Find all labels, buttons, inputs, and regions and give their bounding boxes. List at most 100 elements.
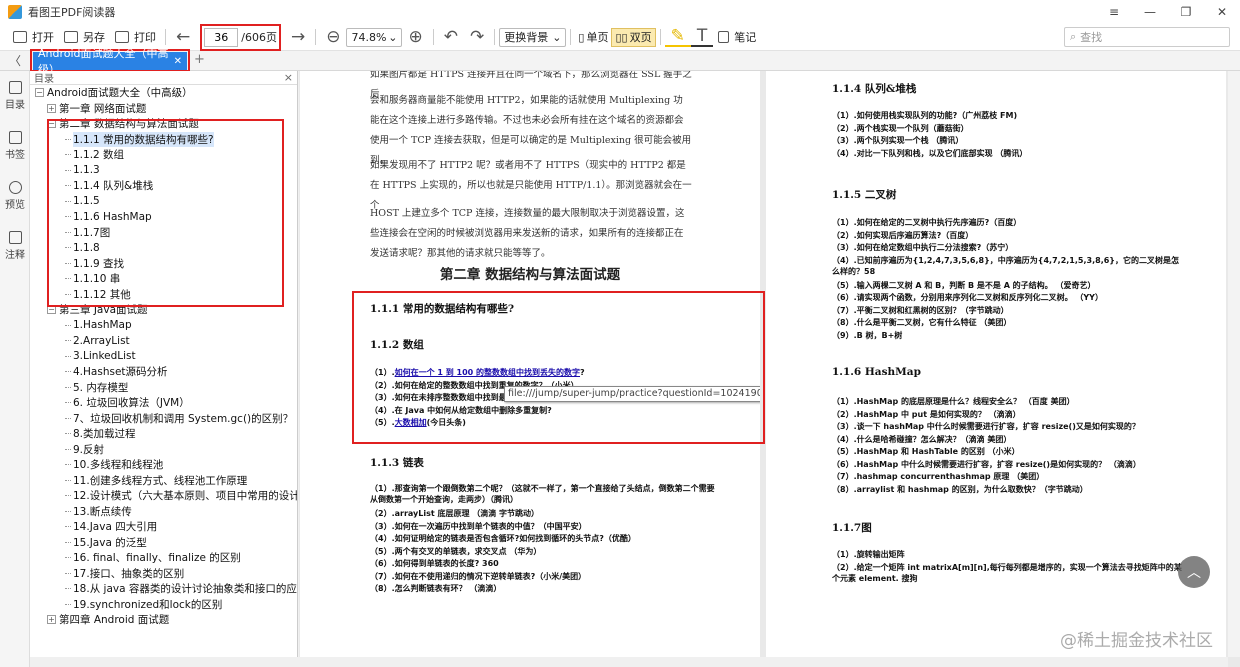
- toc-item[interactable]: 8.类加载过程: [30, 426, 297, 442]
- redo-icon[interactable]: ↷: [464, 26, 490, 48]
- double-page-button[interactable]: ▯▯ 双页: [611, 27, 656, 47]
- rail-item-toc[interactable]: 目录: [0, 71, 30, 121]
- chevron-up-icon: ︿: [1187, 565, 1201, 581]
- toolbar-divider: [432, 29, 434, 45]
- toc-item-label: 11.创建多线程方式、线程池工作原理: [73, 474, 248, 487]
- toc-item[interactable]: 14.Java 四大引用: [30, 519, 297, 535]
- tree-connector: [65, 541, 71, 543]
- background-select[interactable]: 更换背景 ⌄: [499, 27, 567, 47]
- rail-item-preview[interactable]: 预览: [0, 171, 30, 221]
- tree-connector: [65, 510, 71, 512]
- toc-item-label: 14.Java 四大引用: [73, 521, 158, 534]
- toc-item[interactable]: 9.反射: [30, 442, 297, 458]
- toc-item[interactable]: 17.接口、抽象类的区别: [30, 566, 297, 582]
- zoom-select[interactable]: 74.8% ⌄: [346, 27, 403, 47]
- toc-item[interactable]: 11.创建多线程方式、线程池工作原理: [30, 473, 297, 489]
- tree-connector: [65, 588, 71, 590]
- question-item: （6）.如何得到单链表的长度? 360: [370, 559, 499, 568]
- toolbar-divider: [315, 29, 317, 45]
- title-bar: 看图王PDF阅读器 ≡ — ❐ ✕: [0, 0, 1240, 24]
- toc-horizontal-scrollbar[interactable]: [30, 657, 298, 667]
- toc-item[interactable]: − Android面试题大全（中高级）: [30, 85, 297, 101]
- search-field[interactable]: ⌕ 查找: [1064, 27, 1230, 47]
- toc-item[interactable]: + 第一章 网络面试题: [30, 101, 297, 117]
- question-item: （6）.HashMap 中什么时候需要进行扩容，扩容 resize()是如何实现…: [832, 459, 1141, 469]
- toc-item[interactable]: 7、垃圾回收机制和调用 System.gc()的区别？: [30, 411, 297, 427]
- tree-connector: [65, 324, 71, 326]
- close-tab-icon[interactable]: ✕: [174, 56, 182, 67]
- toc-item-label: 10.多线程和线程池: [73, 459, 164, 472]
- section-heading: 1.1.6 HashMap: [832, 366, 921, 378]
- question-item: （5）.输入两棵二叉树 A 和 B，判断 B 是不是 A 的子结构。 （爱奇艺）: [832, 280, 1096, 290]
- tree-connector: [65, 526, 71, 528]
- highlighter-icon[interactable]: ✎: [664, 27, 691, 47]
- add-tab-icon[interactable]: +: [194, 52, 205, 67]
- page-right: 1.1.4 队列&堆栈 （1）.如何使用栈实现队列的功能?（广州荔枝 FM) （2…: [766, 71, 1226, 667]
- chevron-down-icon: ⌄: [388, 30, 398, 44]
- close-window-button[interactable]: ✕: [1204, 0, 1240, 24]
- question-item: （2）.HashMap 中 put 是如何实现的？ （滴滴）: [832, 409, 1021, 419]
- menu-icon[interactable]: ≡: [1096, 0, 1132, 24]
- toc-item[interactable]: 18.从 java 容器类的设计讨论抽象类和接口的应用: [30, 581, 297, 597]
- bookmark-icon: [8, 131, 22, 144]
- section-heading: 1.1.3 链表: [370, 457, 424, 469]
- collapse-sidebar-icon[interactable]: 〈: [9, 52, 21, 69]
- question-item: （9）.B 树，B+树: [832, 330, 903, 340]
- toc-item[interactable]: 10.多线程和线程池: [30, 457, 297, 473]
- tree-connector: [65, 572, 71, 574]
- single-page-label: 单页: [586, 31, 609, 44]
- next-page-icon[interactable]: →: [285, 26, 311, 48]
- minimize-button[interactable]: —: [1132, 0, 1168, 24]
- toc-item[interactable]: 1.HashMap: [30, 318, 297, 334]
- toc-item-label: 19.synchronized和lock的区别: [73, 598, 223, 611]
- save-as-label: 另存: [83, 31, 105, 44]
- collapse-icon[interactable]: −: [35, 88, 44, 98]
- text-color-icon[interactable]: T: [690, 27, 714, 47]
- question-item: （1）.HashMap 的底层原理是什么？线程安全么？ （百度 美团）: [832, 397, 1075, 406]
- tab-document[interactable]: Android面试题大全（中高级） ✕: [33, 47, 187, 76]
- expand-icon[interactable]: +: [47, 615, 56, 625]
- vertical-scrollbar[interactable]: [1228, 71, 1240, 657]
- tree-connector: [65, 433, 71, 435]
- expand-icon[interactable]: +: [47, 103, 56, 113]
- zoom-in-icon[interactable]: ⊕: [402, 26, 428, 48]
- toc-item[interactable]: 5. 内存模型: [30, 380, 297, 396]
- toc-item[interactable]: 12.设计模式（六大基本原则、项目中常用的设计模式、: [30, 488, 297, 504]
- tree-connector: [65, 495, 71, 497]
- horizontal-scrollbar[interactable]: [299, 657, 1228, 667]
- question-item: （6）.请实现两个函数，分别用来序列化二叉树和反序列化二叉树。 （YY）: [832, 293, 1103, 302]
- question-item: （5）.HashMap 和 HashTable 的区别 （小米）: [832, 447, 1020, 456]
- maximize-button[interactable]: ❐: [1168, 0, 1204, 24]
- toc-item[interactable]: 15.Java 的泛型: [30, 535, 297, 551]
- scroll-top-button[interactable]: ︿: [1178, 556, 1210, 588]
- app-title: 看图王PDF阅读器: [28, 6, 116, 19]
- toc-item[interactable]: 19.synchronized和lock的区别: [30, 597, 297, 613]
- toc-item-label: 15.Java 的泛型: [73, 536, 147, 549]
- toc-item[interactable]: 13.断点续传: [30, 504, 297, 520]
- question-item: （3）.如何在一次遍历中找到单个链表的中值？（中国平安）: [370, 521, 587, 531]
- notes-button[interactable]: 笔记: [713, 26, 761, 48]
- comment-icon: [8, 231, 22, 244]
- question-item: （7）.平衡二叉树和红黑树的区别？（字节跳动）: [832, 305, 1009, 315]
- toc-item[interactable]: 16. final、finally、finalize 的区别: [30, 550, 297, 566]
- single-page-button[interactable]: ▯ 单页: [575, 28, 611, 47]
- toc-item[interactable]: 6. 垃圾回收算法（JVM）: [30, 395, 297, 411]
- question-item: （8）.怎么判断链表有环？ （滴滴）: [370, 584, 502, 593]
- rail-item-bookmark[interactable]: 书签: [0, 121, 30, 171]
- background-label: 更换背景: [504, 31, 549, 44]
- notes-icon: [718, 31, 730, 43]
- toc-item[interactable]: + 第四章 Android 面试题: [30, 612, 297, 628]
- prev-page-icon[interactable]: ←: [170, 26, 196, 48]
- toc-header: 目录 ×: [30, 71, 297, 85]
- toc-item[interactable]: 2.ArrayList: [30, 333, 297, 349]
- page-number-input[interactable]: [204, 27, 239, 47]
- toc-item-label: 7、垃圾回收机制和调用 System.gc()的区别？: [73, 412, 294, 425]
- close-toc-icon[interactable]: ×: [284, 71, 293, 84]
- question-item: （1）.那查询第一个跟倒数第二个呢？（这就不一样了，第一个直接给了头结点，倒数第…: [370, 484, 715, 504]
- zoom-out-icon[interactable]: ⊖: [320, 26, 346, 48]
- toc-item[interactable]: 3.LinkedList: [30, 349, 297, 365]
- toc-item-label: 第四章 Android 面试题: [59, 614, 170, 627]
- undo-icon[interactable]: ↶: [438, 26, 464, 48]
- toc-item[interactable]: 4.Hashset源码分析: [30, 364, 297, 380]
- rail-item-comment[interactable]: 注释: [0, 221, 30, 271]
